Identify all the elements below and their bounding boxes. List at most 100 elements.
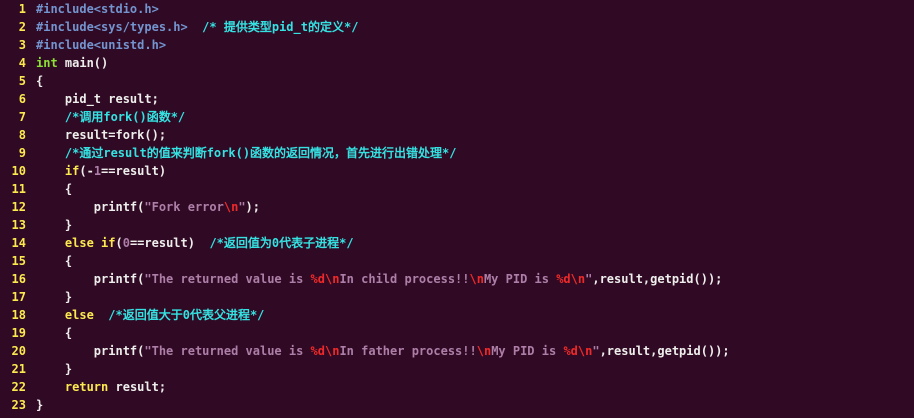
code-token: { <box>36 182 73 196</box>
line-number: 17 <box>11 290 26 304</box>
code-line[interactable]: 8 result=fork(); <box>0 126 914 144</box>
line-code: /*通过result的值来判断fork()函数的返回情况，首先进行出错处理*/ <box>36 144 457 162</box>
code-token: ( <box>115 236 123 250</box>
code-token: } <box>36 398 44 412</box>
line-code: return result; <box>36 378 166 396</box>
line-code: #include<unistd.h> <box>36 36 166 54</box>
number-token: 0 <box>122 236 130 250</box>
string-token: My PID is <box>483 272 557 286</box>
line-number: 8 <box>18 128 26 142</box>
line-number: 20 <box>11 344 26 358</box>
line-code: printf("The returned value is %d\nIn fat… <box>36 342 730 360</box>
code-token: ); <box>245 200 260 214</box>
code-line[interactable]: 9 /*通过result的值来判断fork()函数的返回情况，首先进行出错处理*… <box>0 144 914 162</box>
code-line[interactable]: 21 } <box>0 360 914 378</box>
line-number: 18 <box>11 308 26 322</box>
line-code: pid_t result; <box>36 90 159 108</box>
keyword-token: else <box>64 308 94 322</box>
escape-token: \n <box>476 344 492 358</box>
code-line[interactable]: 16 printf("The returned value is %d\nIn … <box>0 270 914 288</box>
comment-token: /*返回值大于0代表父进程*/ <box>108 308 265 322</box>
line-number: 6 <box>18 92 26 106</box>
line-code: else /*返回值大于0代表父进程*/ <box>36 306 264 324</box>
code-editor[interactable]: 1 #include<stdio.h> 2 #include<sys/types.h>… <box>0 0 914 414</box>
code-token: { <box>36 254 73 268</box>
keyword-token: if <box>64 164 80 178</box>
code-token: } <box>36 362 73 376</box>
code-token: printf( <box>36 344 145 358</box>
code-token: main() <box>57 56 109 70</box>
line-number: 1 <box>18 2 26 16</box>
string-token: " <box>592 344 600 358</box>
code-line[interactable]: 17 } <box>0 288 914 306</box>
code-line[interactable]: 12 printf("Fork error\n"); <box>0 198 914 216</box>
code-token: result; <box>108 380 167 394</box>
code-line[interactable]: 3 #include<unistd.h> <box>0 36 914 54</box>
code-token: } <box>36 290 73 304</box>
code-token: { <box>36 326 73 340</box>
line-number: 12 <box>11 200 26 214</box>
code-line[interactable]: 20 printf("The returned value is %d\nIn … <box>0 342 914 360</box>
code-line[interactable]: 22 return result; <box>0 378 914 396</box>
string-token: "The returned value is <box>144 272 311 286</box>
code-line[interactable]: 6 pid_t result; <box>0 90 914 108</box>
line-number: 10 <box>11 164 26 178</box>
escape-token: \n <box>223 200 239 214</box>
line-code: #include<sys/types.h> /* 提供类型pid_t的定义*/ <box>36 18 358 36</box>
code-line[interactable]: 19 { <box>0 324 914 342</box>
line-code: if(-1==result) <box>36 162 166 180</box>
line-number: 5 <box>18 74 26 88</box>
escape-token: \n <box>469 272 484 286</box>
line-code: } <box>36 288 72 306</box>
code-line[interactable]: 1 #include<stdio.h> <box>0 0 914 18</box>
code-line[interactable]: 2 #include<sys/types.h> /* 提供类型pid_t的定义*/ <box>0 18 914 36</box>
escape-token: %d\n <box>310 272 340 286</box>
comment-token: /*调用fork()函数*/ <box>64 110 186 124</box>
type-token: int <box>36 56 58 70</box>
comment-token: /*返回值为0代表子进程*/ <box>209 236 354 250</box>
code-line[interactable]: 15 { <box>0 252 914 270</box>
preprocessor-token: #include<stdio.h> <box>36 2 159 16</box>
line-code: printf("The returned value is %d\nIn chi… <box>36 270 723 288</box>
line-code: { <box>36 180 72 198</box>
code-line[interactable]: 14 else if(0==result) /*返回值为0代表子进程*/ <box>0 234 914 252</box>
line-number: 2 <box>18 20 26 34</box>
line-code: else if(0==result) /*返回值为0代表子进程*/ <box>36 234 354 252</box>
line-code: { <box>36 324 72 342</box>
line-number: 16 <box>11 272 26 286</box>
line-code: int main() <box>36 54 108 72</box>
code-line[interactable]: 23} <box>0 396 914 414</box>
line-number: 9 <box>18 146 26 160</box>
code-token: } <box>36 218 73 232</box>
code-token: ,result,getpid()); <box>592 272 723 286</box>
preprocessor-token: #include<sys/types.h> <box>36 20 188 34</box>
string-token: My PID is <box>491 344 564 358</box>
string-token: In child process!! <box>339 272 470 286</box>
string-token: " <box>238 200 246 214</box>
escape-token: %d\n <box>556 272 586 286</box>
code-line[interactable]: 4 int main() <box>0 54 914 72</box>
keyword-token: return <box>64 380 109 394</box>
line-code: printf("Fork error\n"); <box>36 198 260 216</box>
code-line[interactable]: 18 else /*返回值大于0代表父进程*/ <box>0 306 914 324</box>
comment-token: /* 提供类型pid_t的定义*/ <box>202 20 359 34</box>
code-line[interactable]: 11 { <box>0 180 914 198</box>
code-token: (- <box>79 164 94 178</box>
line-number: 22 <box>11 380 26 394</box>
code-token: { <box>36 74 44 88</box>
line-number: 7 <box>18 110 26 124</box>
code-line[interactable]: 7 /*调用fork()函数*/ <box>0 108 914 126</box>
string-token: "The returned value is <box>144 344 311 358</box>
code-line[interactable]: 13 } <box>0 216 914 234</box>
line-number: 15 <box>11 254 26 268</box>
line-number: 14 <box>11 236 26 250</box>
code-line[interactable]: 5{ <box>0 72 914 90</box>
code-line[interactable]: 10 if(-1==result) <box>0 162 914 180</box>
escape-token: %d\n <box>563 344 593 358</box>
line-number: 23 <box>11 398 26 412</box>
escape-token: %d\n <box>310 344 340 358</box>
